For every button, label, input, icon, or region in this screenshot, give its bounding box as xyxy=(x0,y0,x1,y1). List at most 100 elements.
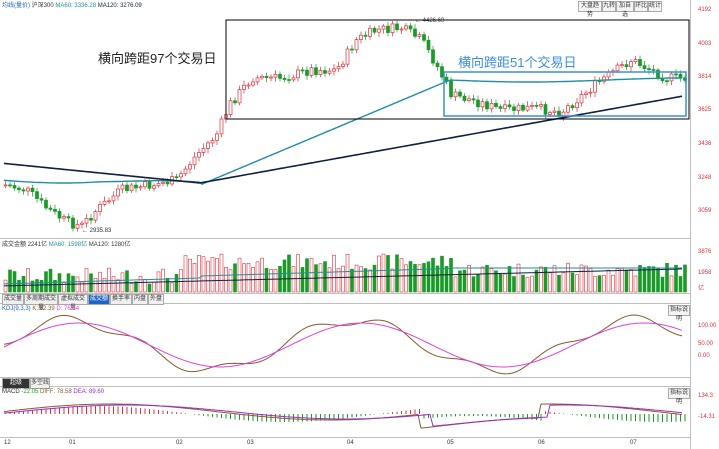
volume-bar xyxy=(210,257,215,293)
volume-bar xyxy=(255,261,260,293)
x-axis-label: 12 xyxy=(4,440,11,446)
candle xyxy=(498,106,503,109)
candle xyxy=(327,70,332,74)
candle xyxy=(57,210,62,219)
volume-bar xyxy=(368,269,372,293)
tab-volume[interactable]: 成交量 xyxy=(2,294,24,305)
volume-bar xyxy=(462,269,467,293)
candle xyxy=(521,104,525,111)
macd-diff: DIFF: 78.58 xyxy=(40,389,72,395)
candle xyxy=(467,98,471,101)
tab-super-macd[interactable]: 超级MACD xyxy=(2,378,30,395)
candle xyxy=(575,102,579,109)
volume-bar xyxy=(521,274,525,293)
candle xyxy=(125,184,129,192)
volume-bar xyxy=(242,263,246,293)
candle xyxy=(471,98,476,101)
candle xyxy=(386,25,390,33)
volume-bar xyxy=(552,265,557,293)
volume-bar xyxy=(89,273,93,293)
candle xyxy=(638,59,642,66)
candle xyxy=(12,185,17,189)
volume-bar xyxy=(476,274,480,293)
candle xyxy=(152,185,156,189)
tab-turnover-rate[interactable]: 换手率 xyxy=(110,294,132,305)
macd-title: MACD xyxy=(2,389,20,395)
volume-bar xyxy=(282,259,287,293)
candle xyxy=(566,105,570,113)
volume-bar xyxy=(197,255,201,293)
volume-bar xyxy=(341,265,345,293)
annotation-51-days: 横向跨距51个交易日 xyxy=(458,55,577,70)
volume-bar xyxy=(395,254,399,293)
volume-bar xyxy=(471,276,476,293)
volume-bar xyxy=(152,281,156,293)
tab-turnover-amount[interactable]: 成交额 xyxy=(88,294,110,305)
candle xyxy=(107,200,111,203)
candle xyxy=(197,152,201,158)
tab-long-short-line[interactable]: 多空线 xyxy=(30,378,50,389)
volume-bar xyxy=(98,271,102,293)
candle xyxy=(35,191,39,199)
kdj-title[interactable]: KDJ(9,3,3) xyxy=(2,306,31,312)
candle xyxy=(273,73,278,78)
candle xyxy=(129,184,134,192)
candle xyxy=(66,216,71,219)
candle xyxy=(75,223,80,229)
volume-bar xyxy=(534,269,539,293)
annotation-97-days: 横向跨距97个交易日 xyxy=(98,51,217,66)
volume-bar xyxy=(390,268,395,293)
volume-bar xyxy=(467,265,471,293)
volume-bar xyxy=(480,266,485,293)
volume-bar xyxy=(624,269,629,293)
candle xyxy=(84,218,89,224)
candle xyxy=(647,68,651,70)
kdj-help-button[interactable]: 指标说明 xyxy=(668,305,690,322)
candle xyxy=(138,186,143,189)
candle xyxy=(651,69,656,71)
candle xyxy=(309,67,314,76)
volume-bar xyxy=(246,263,251,293)
candle xyxy=(372,27,377,33)
candle xyxy=(354,39,359,51)
kdj-axis-label: 0.00 xyxy=(698,353,710,359)
tab-outer[interactable]: 外盘 xyxy=(148,294,164,305)
candle xyxy=(332,68,336,72)
x-axis-label: 07 xyxy=(630,440,637,446)
x-axis-label: 05 xyxy=(447,440,454,446)
volume-axis-label: 3876 xyxy=(698,249,712,255)
candle xyxy=(98,204,102,212)
candle xyxy=(345,48,350,65)
price-chart[interactable] xyxy=(0,0,719,449)
volume-bar xyxy=(363,268,368,293)
volume-bar xyxy=(138,275,143,293)
volume-bar xyxy=(332,254,336,293)
candle xyxy=(314,67,318,75)
volume-bar xyxy=(84,268,89,293)
volume-legend: 成交金额 2241亿 MA60: 1598亿 MA120: 1280亿 xyxy=(2,242,130,248)
volume-bar xyxy=(170,282,174,293)
candle xyxy=(453,91,458,98)
tab-inner[interactable]: 内盘 xyxy=(132,294,148,305)
volume-bar xyxy=(165,277,170,293)
candle xyxy=(408,25,413,30)
volume-bar xyxy=(260,257,264,293)
macd-help-button[interactable]: 指标说明 xyxy=(668,388,690,405)
candle xyxy=(8,184,12,187)
volume-ma60: MA60: 1598亿 xyxy=(48,242,88,248)
tab-multi-period-volume[interactable]: 多周期成交量 xyxy=(24,294,58,311)
candle xyxy=(665,80,669,82)
tab-virtual-volume[interactable]: 虚拟成交量 xyxy=(58,294,88,311)
volume-bar xyxy=(201,256,206,293)
candle xyxy=(17,187,21,191)
candle xyxy=(237,89,242,104)
candle xyxy=(336,66,341,70)
volume-bar xyxy=(570,272,575,293)
candle xyxy=(399,28,404,31)
volume-bar xyxy=(404,264,408,293)
candle xyxy=(264,75,269,78)
volume-bar xyxy=(161,268,165,293)
candle xyxy=(44,199,48,209)
volume-bar xyxy=(507,266,512,293)
volume-bar xyxy=(93,277,98,293)
